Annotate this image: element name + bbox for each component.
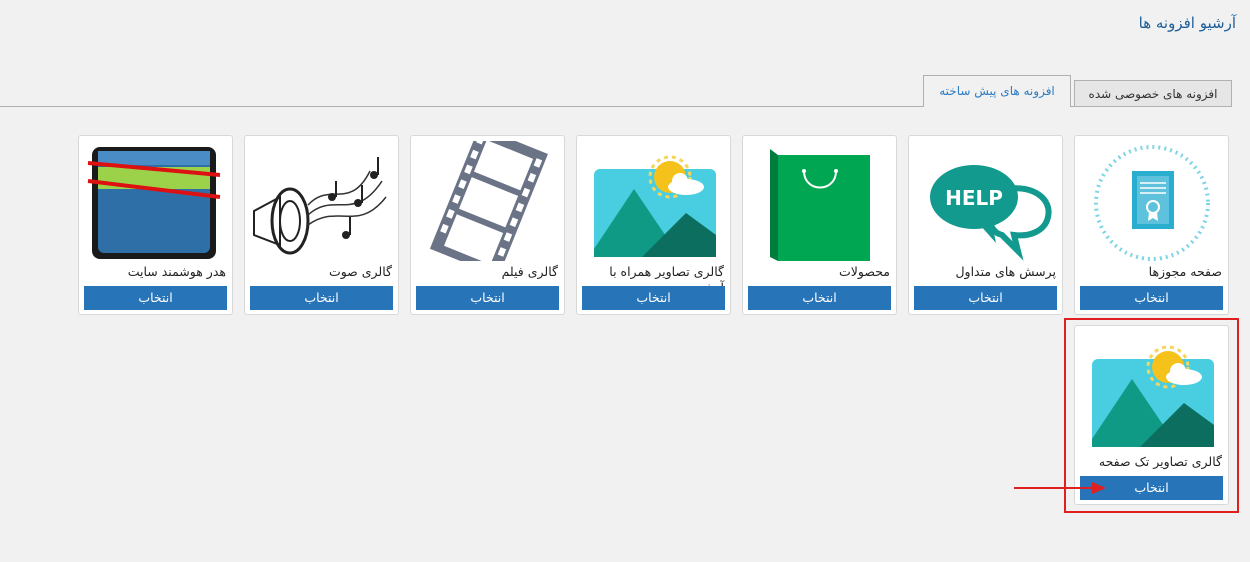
svg-text:HELP: HELP	[945, 186, 1003, 210]
select-button[interactable]: انتخاب	[1080, 286, 1223, 310]
shopping-bag-icon	[748, 141, 891, 261]
plugin-card-film-gallery: گالری فیلم انتخاب	[410, 135, 565, 315]
card-label: هدر هوشمند سایت	[127, 264, 226, 279]
page-title: آرشیو افزونه ها	[1138, 14, 1236, 32]
select-button[interactable]: انتخاب	[250, 286, 393, 310]
certificate-icon	[1080, 141, 1223, 261]
select-button[interactable]: انتخاب	[84, 286, 227, 310]
arrow-right-icon	[1014, 482, 1106, 494]
speaker-music-icon	[250, 141, 393, 261]
tab-custom-plugins[interactable]: افزونه های خصوصی شده	[1074, 80, 1232, 106]
tab-prebuilt-plugins[interactable]: افزونه های پیش ساخته	[923, 75, 1071, 107]
film-strip-icon	[416, 141, 559, 261]
select-button[interactable]: انتخاب	[914, 286, 1057, 310]
select-button[interactable]: انتخاب	[416, 286, 559, 310]
image-gallery-icon	[582, 141, 725, 261]
card-label: گالری صوت	[328, 264, 392, 279]
card-label: گالری فیلم	[501, 264, 558, 279]
card-label: صفحه مجوزها	[1148, 264, 1222, 279]
plugin-card-image-gallery-archive: گالری تصاویر همراه با آرشیو انتخاب	[576, 135, 731, 315]
help-bubble-icon: HELP	[914, 141, 1057, 261]
plugin-card-licenses: صفحه مجوزها انتخاب	[1074, 135, 1229, 315]
card-label: پرسش های متداول	[955, 264, 1056, 279]
select-button[interactable]: انتخاب	[748, 286, 891, 310]
select-button[interactable]: انتخاب	[582, 286, 725, 310]
wallet-header-icon	[84, 141, 227, 261]
plugin-card-products: محصولات انتخاب	[742, 135, 897, 315]
plugin-card-smart-header: هدر هوشمند سایت انتخاب	[78, 135, 233, 315]
plugin-card-faq: HELP پرسش های متداول انتخاب	[908, 135, 1063, 315]
plugin-card-audio-gallery: گالری صوت انتخاب	[244, 135, 399, 315]
card-label: محصولات	[839, 264, 890, 279]
